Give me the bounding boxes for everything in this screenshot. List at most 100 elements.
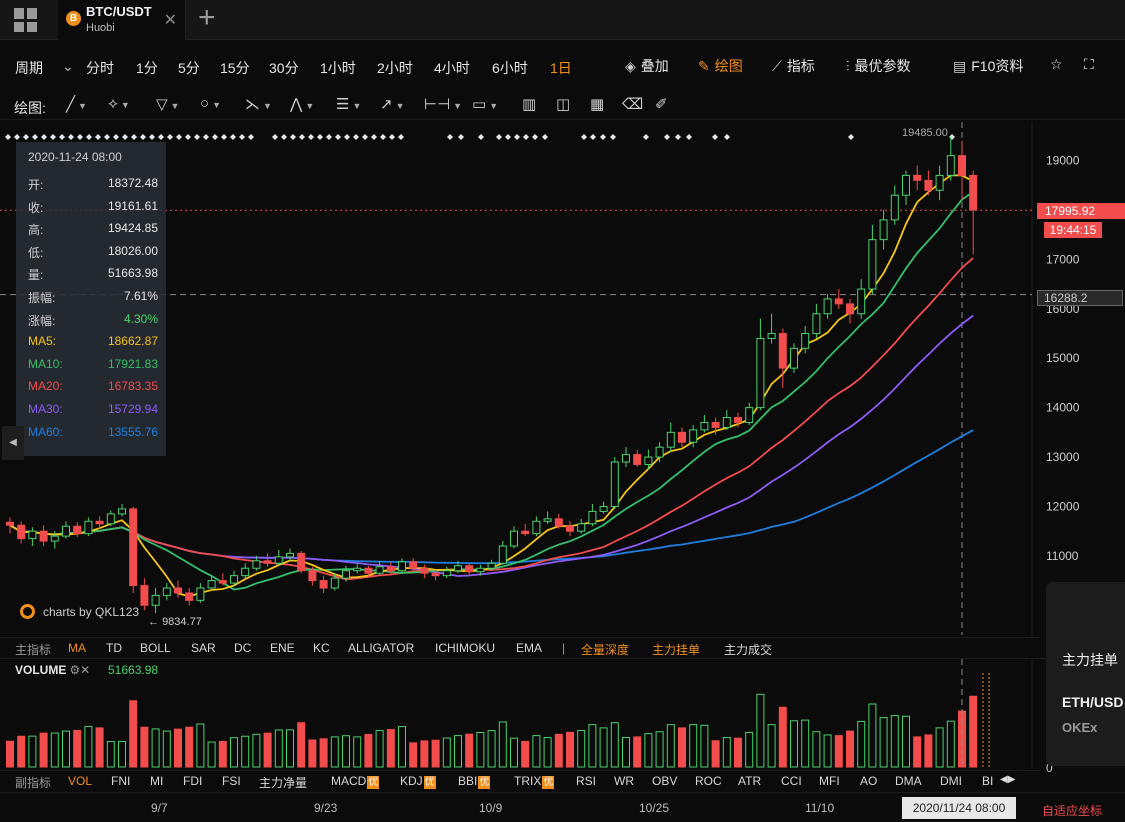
sub-indicator-item[interactable]: DMA xyxy=(895,774,922,788)
info-key: 收: xyxy=(28,200,44,215)
bar-chart-icon[interactable]: ▦ xyxy=(590,95,604,113)
candlestick-chart[interactable]: 1900018000170001600015000140001300012000… xyxy=(0,122,1125,635)
apps-grid-icon[interactable] xyxy=(14,8,38,32)
line-tool-icon[interactable]: ╱ ▼ xyxy=(66,95,87,113)
sub-indicator-text: BBI xyxy=(458,774,478,788)
volume-bar xyxy=(263,732,272,768)
signal-marker-icon xyxy=(335,134,341,140)
indicator-ichimoku[interactable]: ICHIMOKU xyxy=(435,641,495,655)
period-1d[interactable]: 1日 xyxy=(550,58,572,78)
main-trades-button[interactable]: 主力成交 xyxy=(724,641,772,658)
sub-indicator-item[interactable]: DMI xyxy=(940,774,962,788)
sub-indicator-item[interactable]: MI xyxy=(150,774,163,788)
sub-indicator-item[interactable]: BI xyxy=(982,774,993,788)
polyline-tool-icon[interactable]: ▽ ▼ xyxy=(156,95,179,113)
volume-bar xyxy=(890,715,899,768)
signal-marker-icon xyxy=(32,134,38,140)
signal-marker-icon xyxy=(353,134,359,140)
pattern-tool-icon[interactable]: ⋀ ▼ xyxy=(290,95,314,113)
sub-indicator-item[interactable]: ATR xyxy=(738,774,761,788)
sub-indicator-item[interactable]: FSI xyxy=(222,774,241,788)
ray-tool-icon[interactable]: ⟡ ▼ xyxy=(108,95,130,112)
sub-indicator-item[interactable]: WR xyxy=(614,774,634,788)
tab-btc-usdt[interactable]: B BTC/USDT Huobi ✕ xyxy=(58,0,186,40)
indicator-sar[interactable]: SAR xyxy=(191,641,216,655)
fib-tool-icon[interactable]: ☰ ▼ xyxy=(336,95,361,113)
sub-indicator-item[interactable]: OBV xyxy=(652,774,677,788)
period-1h[interactable]: 1小时 xyxy=(320,58,356,78)
sub-indicator-item[interactable]: VOL xyxy=(68,774,92,788)
sub-indicator-item[interactable]: KDJ 优 xyxy=(400,774,436,789)
sub-indicator-item[interactable]: TRIX 优 xyxy=(514,774,555,789)
collapse-panel-icon[interactable]: ◀ xyxy=(2,426,24,460)
full-depth-button[interactable]: 全量深度 xyxy=(581,641,629,658)
signal-marker-icon xyxy=(149,134,155,140)
indicator-ma[interactable]: MA xyxy=(68,641,86,655)
auto-scale-button[interactable]: 自适应坐标 xyxy=(1042,802,1102,819)
indicator-kc[interactable]: KC xyxy=(313,641,330,655)
sub-indicator-item[interactable]: FDI xyxy=(183,774,202,788)
main-orders-button[interactable]: 主力挂单 xyxy=(652,641,700,658)
candle-body xyxy=(902,174,910,196)
candle-body xyxy=(6,521,14,526)
comment-tool-icon[interactable]: ▭ ▼ xyxy=(472,95,498,113)
best-params-button[interactable]: ⫶ 最优参数 xyxy=(846,56,911,76)
brush-icon[interactable]: ✐ xyxy=(655,95,668,113)
overlay-button[interactable]: ◈ 叠加 xyxy=(625,56,669,76)
star-icon[interactable]: ☆ xyxy=(1050,56,1063,73)
volume-bar xyxy=(790,720,798,768)
indicator-alligator[interactable]: ALLIGATOR xyxy=(348,641,414,655)
period-30m[interactable]: 30分 xyxy=(269,58,299,78)
main-orders-card[interactable]: 主力挂单 ETH/USD OKEx xyxy=(1046,582,1125,766)
sub-indicator-item[interactable]: MFI xyxy=(819,774,840,788)
candle-body xyxy=(62,525,70,537)
period-dropdown-icon[interactable]: ⌄ xyxy=(62,58,74,75)
period-2h[interactable]: 2小时 xyxy=(377,58,413,78)
sub-indicator-text: MFI xyxy=(819,774,840,788)
sub-indicator-item[interactable]: ROC xyxy=(695,774,722,788)
indicator-ene[interactable]: ENE xyxy=(270,641,295,655)
chart-settings-icon[interactable]: ◫ xyxy=(556,95,570,113)
scroll-arrows-icon[interactable]: ◀▶ xyxy=(1000,774,1015,785)
sub-indicator-item[interactable]: AO xyxy=(860,774,877,788)
indicator-boll[interactable]: BOLL xyxy=(140,641,171,655)
period-6h[interactable]: 6小时 xyxy=(492,58,528,78)
volume-bar xyxy=(342,735,350,768)
period-1m[interactable]: 1分 xyxy=(136,58,158,78)
sub-indicator-item[interactable]: 主力净量 xyxy=(259,774,307,791)
fullscreen-icon[interactable]: ⛶ xyxy=(1084,56,1094,73)
wave-tool-icon[interactable]: ⋋ ▼ xyxy=(245,95,272,113)
signal-marker-icon xyxy=(86,134,92,140)
gear-icon[interactable]: ⚙✕ xyxy=(69,663,90,677)
f10-button[interactable]: ▤ F10资料 xyxy=(953,56,1023,76)
bar-settings-icon[interactable]: ▥ xyxy=(522,95,536,113)
indicator-button[interactable]: ⟋ 指标 xyxy=(772,56,815,76)
sub-indicator-item[interactable]: FNI xyxy=(111,774,130,788)
sub-indicator-item[interactable]: RSI xyxy=(576,774,596,788)
signal-marker-icon xyxy=(326,134,332,140)
trash-icon[interactable]: ⌫ xyxy=(622,95,643,113)
sub-indicator-text: DMI xyxy=(940,774,962,788)
draw-button[interactable]: ✎ 绘图 xyxy=(698,56,743,76)
sub-indicator-item[interactable]: CCI xyxy=(781,774,802,788)
arrow-tool-icon[interactable]: ↗ ▼ xyxy=(380,95,405,113)
period-4h[interactable]: 4小时 xyxy=(434,58,470,78)
volume-panel[interactable]: VOLUME ⚙✕ 51663.98 0 xyxy=(0,658,1125,775)
volume-bar xyxy=(857,720,866,768)
indicator-td[interactable]: TD xyxy=(106,641,122,655)
period-15m[interactable]: 15分 xyxy=(220,58,250,78)
volume-bar xyxy=(711,740,720,768)
add-tab-icon[interactable]: + xyxy=(198,2,216,34)
close-icon[interactable]: ✕ xyxy=(164,10,177,30)
period-timeshare[interactable]: 分时 xyxy=(86,58,114,78)
main-chart[interactable]: 1900018000170001600015000140001300012000… xyxy=(0,122,1125,635)
volume-bar xyxy=(935,727,944,768)
sub-indicator-item[interactable]: BBI 优 xyxy=(458,774,491,789)
indicator-dc[interactable]: DC xyxy=(234,641,251,655)
indicator-ema[interactable]: EMA xyxy=(516,641,542,655)
measure-tool-icon[interactable]: ⊢⊣ ▼ xyxy=(424,95,462,113)
sub-indicator-item[interactable]: MACD 优 xyxy=(331,774,380,789)
circle-tool-icon[interactable]: ○ ▼ xyxy=(200,95,221,112)
period-5m[interactable]: 5分 xyxy=(178,58,200,78)
candle-body xyxy=(129,508,138,587)
